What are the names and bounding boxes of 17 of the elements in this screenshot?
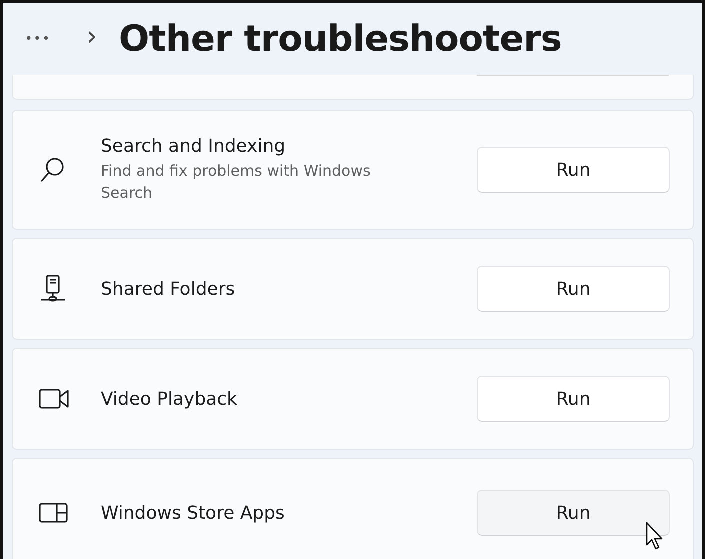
troubleshooter-title: Search and Indexing xyxy=(101,136,287,157)
troubleshooter-title: Windows Store Apps xyxy=(101,502,286,524)
more-button[interactable]: ••• xyxy=(25,32,87,46)
mouse-pointer-icon xyxy=(645,521,665,551)
troubleshooter-description: Find and fix problems with Windows Search xyxy=(101,161,372,204)
run-button[interactable]: Run xyxy=(477,376,670,422)
page-title: Other troubleshooters xyxy=(119,18,562,60)
run-button[interactable]: Run xyxy=(477,490,670,536)
run-button[interactable]: Run xyxy=(477,266,670,312)
breadcrumb-chevron: › xyxy=(87,22,98,52)
search-icon xyxy=(39,156,67,184)
run-button[interactable]: Run xyxy=(477,147,670,193)
video-camera-icon xyxy=(39,388,71,410)
window-layout-icon xyxy=(39,502,69,524)
troubleshooter-title: Video Playback xyxy=(101,388,238,410)
troubleshooter-title: Shared Folders xyxy=(101,278,236,300)
network-computer-icon xyxy=(39,274,67,304)
